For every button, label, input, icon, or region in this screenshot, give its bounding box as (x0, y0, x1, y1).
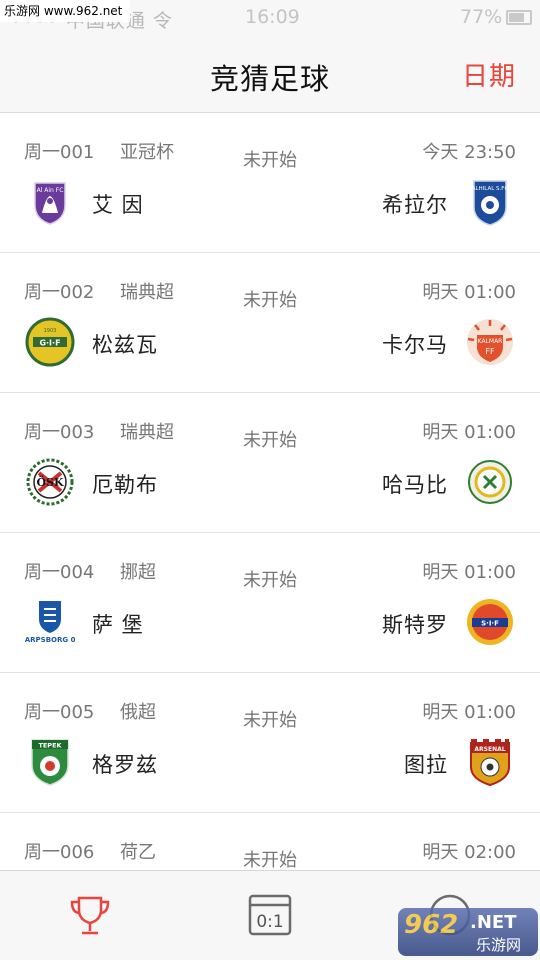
battery-percent: 77% (460, 6, 503, 28)
kickoff-time: 明天 01:00 (422, 422, 516, 443)
battery-icon (506, 10, 532, 25)
svg-text:FF: FF (485, 347, 495, 356)
arsenal-tula-crest-icon: ARSENAL (465, 737, 515, 787)
home-team-name: 萨 堡 (92, 613, 144, 637)
site-logo-watermark: 962 .NET 乐游网 (398, 908, 538, 956)
away-team-name: 斯特罗 (382, 613, 448, 637)
kickoff-time: 明天 01:00 (422, 702, 516, 723)
gif-sundsvall-crest-icon: G·I·F 1903 (25, 317, 75, 367)
nav-header: 竞猜足球 日期 (0, 36, 540, 113)
al-hilal-crest-icon: ALHILAL S.FC (465, 177, 515, 227)
svg-text:ALHILAL S.FC: ALHILAL S.FC (472, 186, 509, 192)
match-row[interactable]: 周一004 挪超 未开始 明天 01:00 SARPSBORG 08 萨 堡 斯… (0, 533, 540, 673)
kickoff-time: 明天 02:00 (422, 842, 516, 863)
watermark-net: .NET (470, 912, 517, 933)
svg-text:Al Ain FC: Al Ain FC (37, 187, 64, 194)
score-icon: 0:1 (248, 894, 292, 936)
away-team-name: 卡尔马 (382, 333, 448, 357)
stromsgodset-crest-icon: S·I·F (465, 597, 515, 647)
tab-quiz[interactable] (0, 871, 180, 960)
home-team-name: 厄勒布 (92, 473, 158, 497)
date-button[interactable]: 日期 (462, 56, 516, 93)
away-team-name: 希拉尔 (382, 193, 448, 217)
home-team-name: 艾 因 (92, 193, 144, 217)
hammarby-crest-icon (465, 457, 515, 507)
svg-text:G·I·F: G·I·F (39, 339, 60, 348)
match-row[interactable]: 周一002 瑞典超 未开始 明天 01:00 G·I·F 1903 松兹瓦 卡尔… (0, 253, 540, 393)
watermark-number: 962 (404, 910, 459, 940)
screen: •••• 中国联通 令 16:09 77% 乐游网 www.962.net 竞猜… (0, 0, 540, 960)
kickoff-time: 明天 01:00 (422, 562, 516, 583)
tab-scores[interactable]: 0:1 (180, 871, 360, 960)
match-row[interactable]: 周一003 瑞典超 未开始 明天 01:00 ÖSK 厄勒布 哈马比 (0, 393, 540, 533)
terek-crest-icon: TEPEK (25, 737, 75, 787)
kickoff-time: 今天 23:50 (422, 142, 516, 163)
kalmar-ff-crest-icon: KALMAR FF (465, 317, 515, 367)
status-bar: •••• 中国联通 令 16:09 77% 乐游网 www.962.net (0, 0, 540, 36)
match-row[interactable]: 周一005 俄超 未开始 明天 01:00 TEPEK 格罗兹 图拉 ARSEN… (0, 673, 540, 813)
orebro-crest-icon: ÖSK (25, 457, 75, 507)
home-team-name: 格罗兹 (92, 753, 158, 777)
score-icon-label: 0:1 (256, 912, 283, 932)
away-team-name: 哈马比 (382, 473, 448, 497)
svg-text:SARPSBORG 08: SARPSBORG 08 (25, 636, 75, 644)
match-row[interactable]: 周一006 荷乙 未开始 明天 02:00 (0, 813, 540, 870)
svg-text:TEPEK: TEPEK (38, 742, 62, 750)
svg-text:ÖSK: ÖSK (36, 475, 64, 489)
match-list[interactable]: 周一001 亚冠杯 未开始 今天 23:50 Al Ain FC 艾 因 希拉尔… (0, 113, 540, 870)
page-title: 竞猜足球 (209, 62, 330, 96)
svg-text:S·I·F: S·I·F (481, 620, 499, 628)
clock: 16:09 (245, 6, 300, 28)
sarpsborg-crest-icon: SARPSBORG 08 (25, 597, 75, 647)
home-team-name: 松兹瓦 (92, 333, 158, 357)
kickoff-time: 明天 01:00 (422, 282, 516, 303)
trophy-icon (70, 896, 110, 935)
match-row[interactable]: 周一001 亚冠杯 未开始 今天 23:50 Al Ain FC 艾 因 希拉尔… (0, 113, 540, 253)
al-ain-crest-icon: Al Ain FC (25, 177, 75, 227)
away-team-name: 图拉 (404, 753, 448, 777)
site-watermark: 乐游网 www.962.net (0, 0, 131, 22)
svg-text:1903: 1903 (44, 328, 57, 334)
watermark-cn: 乐游网 (476, 936, 522, 954)
svg-text:KALMAR: KALMAR (478, 338, 503, 345)
svg-text:ARSENAL: ARSENAL (474, 746, 505, 753)
